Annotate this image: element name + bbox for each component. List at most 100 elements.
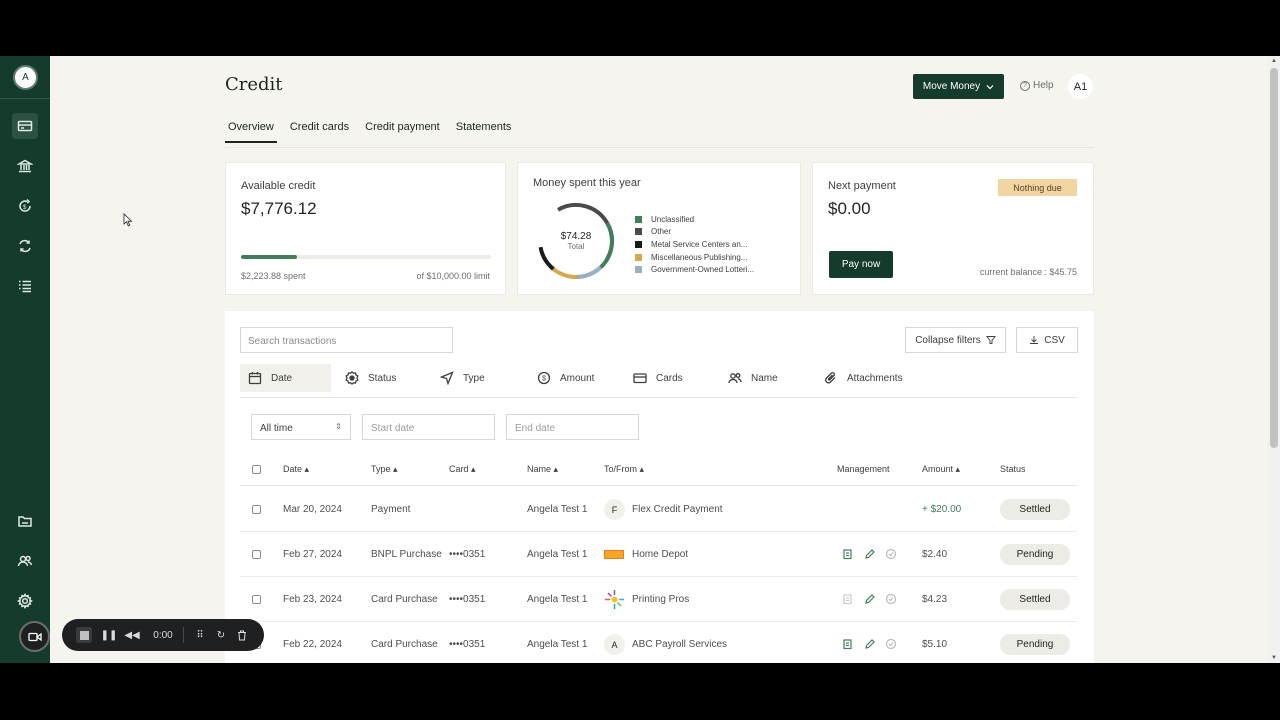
receipt-icon[interactable] xyxy=(842,592,854,605)
end-date-input[interactable]: End date xyxy=(506,414,639,440)
scroll-down-arrow[interactable]: ▼ xyxy=(1271,655,1277,661)
stop-button[interactable] xyxy=(76,627,92,643)
users-icon xyxy=(728,373,742,384)
column-header-type[interactable]: Type ▴ xyxy=(371,464,398,475)
send-icon xyxy=(440,371,454,385)
donut-total-value: $74.28 xyxy=(560,231,592,242)
filter-label: Cards xyxy=(656,372,683,384)
row-checkbox[interactable] xyxy=(252,550,261,559)
next-payment-card: Next payment $0.00 Nothing due Pay now c… xyxy=(812,162,1094,295)
cell-type: Payment xyxy=(371,504,411,515)
table-row[interactable]: Feb 27, 2024 BNPL Purchase ••••0351 Ange… xyxy=(240,532,1077,577)
cell-card: ••••0351 xyxy=(449,594,486,605)
trash-icon xyxy=(238,630,246,640)
download-icon xyxy=(1030,336,1039,344)
table-row[interactable]: Feb 22, 2024 Card Purchase ••••0351 Ange… xyxy=(240,622,1077,663)
legend-swatch xyxy=(635,266,642,274)
mouse-cursor xyxy=(123,213,133,227)
svg-text:$: $ xyxy=(542,376,546,383)
legend-swatch xyxy=(635,215,642,223)
filter-cards[interactable]: Cards xyxy=(625,364,683,392)
filter-label: Date xyxy=(271,372,293,384)
column-header-amount[interactable]: Amount ▴ xyxy=(922,464,960,475)
filter-type[interactable]: Type xyxy=(432,364,485,392)
svg-text:$: $ xyxy=(23,205,27,211)
current-balance: current balance : $45.75 xyxy=(979,267,1077,277)
transfer-icon xyxy=(19,239,31,253)
status-badge: Settled xyxy=(1000,589,1070,610)
toolbar-divider xyxy=(183,627,184,643)
dollar-circle-icon: $ xyxy=(537,371,551,385)
approve-icon[interactable] xyxy=(885,547,897,560)
pay-now-button[interactable]: Pay now xyxy=(829,251,893,278)
csv-button[interactable]: CSV xyxy=(1016,327,1078,353)
cell-type: Card Purchase xyxy=(371,594,438,605)
camera-toggle-button[interactable] xyxy=(19,621,50,652)
sidebar-item-documents[interactable] xyxy=(12,508,38,534)
start-date-input[interactable]: Start date xyxy=(362,414,495,440)
search-input[interactable]: Search transactions xyxy=(240,327,453,353)
sidebar-item-settings[interactable] xyxy=(12,588,38,614)
edit-icon[interactable] xyxy=(864,637,876,649)
filter-attachments[interactable]: Attachments xyxy=(816,364,903,392)
filter-name[interactable]: Name xyxy=(720,364,778,392)
cell-amount: $5.10 xyxy=(922,639,948,650)
status-badge: Pending xyxy=(1000,544,1070,565)
collapse-filters-button[interactable]: Collapse filters xyxy=(905,327,1006,353)
credit-usage-bar xyxy=(241,255,491,259)
org-avatar[interactable]: A xyxy=(13,65,38,90)
recording-timer: 0:00 xyxy=(153,629,173,641)
scroll-thumb[interactable] xyxy=(1270,68,1278,448)
edit-icon[interactable] xyxy=(864,547,876,559)
edit-icon[interactable] xyxy=(864,592,876,604)
time-range-select[interactable]: All time ⇕ xyxy=(251,414,351,440)
sidebar-item-transactions[interactable] xyxy=(12,273,38,299)
table-row[interactable]: Mar 20, 2024 Payment Angela Test 1 F Fle… xyxy=(240,487,1077,532)
help-link[interactable]: ? Help xyxy=(1020,80,1054,91)
status-badge: Nothing due xyxy=(998,179,1077,196)
sidebar-item-cashflow[interactable]: $ xyxy=(12,193,38,219)
sidebar-item-banking[interactable] xyxy=(12,153,38,179)
table-row[interactable]: Feb 23, 2024 Card Purchase ••••0351 Ange… xyxy=(240,577,1077,622)
column-header-to-from[interactable]: To/From ▴ xyxy=(604,464,644,475)
restart-icon: ↻ xyxy=(216,629,226,641)
filter-amount[interactable]: $ Amount xyxy=(529,364,594,392)
pause-button[interactable]: ❚❚ xyxy=(101,627,118,643)
move-money-button[interactable]: Move Money xyxy=(913,74,1004,99)
tab-statements[interactable]: Statements xyxy=(453,120,515,143)
delete-button[interactable] xyxy=(236,627,248,643)
tab-credit-cards[interactable]: Credit cards xyxy=(287,120,352,143)
user-avatar[interactable]: A1 xyxy=(1068,74,1093,99)
move-money-label: Move Money xyxy=(922,81,981,92)
filter-status[interactable]: Status xyxy=(337,364,396,392)
stop-icon xyxy=(79,630,89,640)
row-checkbox[interactable] xyxy=(252,505,261,514)
approve-icon[interactable] xyxy=(885,637,897,650)
receipt-icon[interactable] xyxy=(842,547,854,560)
cell-to-from: Printing Pros xyxy=(632,594,690,605)
approve-icon[interactable] xyxy=(885,592,897,605)
column-header-date[interactable]: Date ▴ xyxy=(283,464,309,475)
sidebar-item-credit[interactable] xyxy=(12,113,38,139)
scroll-up-arrow[interactable]: ▲ xyxy=(1271,58,1277,64)
column-header-name[interactable]: Name ▴ xyxy=(527,464,558,475)
cell-card: ••••0351 xyxy=(449,639,486,650)
page-scrollbar[interactable]: ▲ ▼ xyxy=(1268,56,1280,663)
rewind-button[interactable]: ◀◀ xyxy=(124,627,139,643)
tab-overview[interactable]: Overview xyxy=(225,120,277,143)
column-header-card[interactable]: Card ▴ xyxy=(449,464,476,475)
table-header: Date ▴ Type ▴ Card ▴ Name ▴ To/From ▴ Ma… xyxy=(240,454,1077,486)
sidebar-item-team[interactable] xyxy=(12,548,38,574)
restart-button[interactable]: ↻ xyxy=(215,627,227,643)
receipt-icon[interactable] xyxy=(842,637,854,650)
drag-handle[interactable]: ⠿ xyxy=(194,627,206,643)
home-depot-logo xyxy=(604,550,624,559)
filter-date[interactable]: Date xyxy=(240,364,331,392)
select-all-checkbox[interactable] xyxy=(252,465,261,474)
available-credit-amount: $7,776.12 xyxy=(241,199,317,218)
transactions-panel: Search transactions Collapse filters CSV… xyxy=(225,311,1094,663)
sidebar-item-transfers[interactable] xyxy=(12,233,38,259)
tab-credit-payment[interactable]: Credit payment xyxy=(362,120,443,143)
legend-item: Unclassified xyxy=(635,213,754,226)
row-checkbox[interactable] xyxy=(252,595,261,604)
